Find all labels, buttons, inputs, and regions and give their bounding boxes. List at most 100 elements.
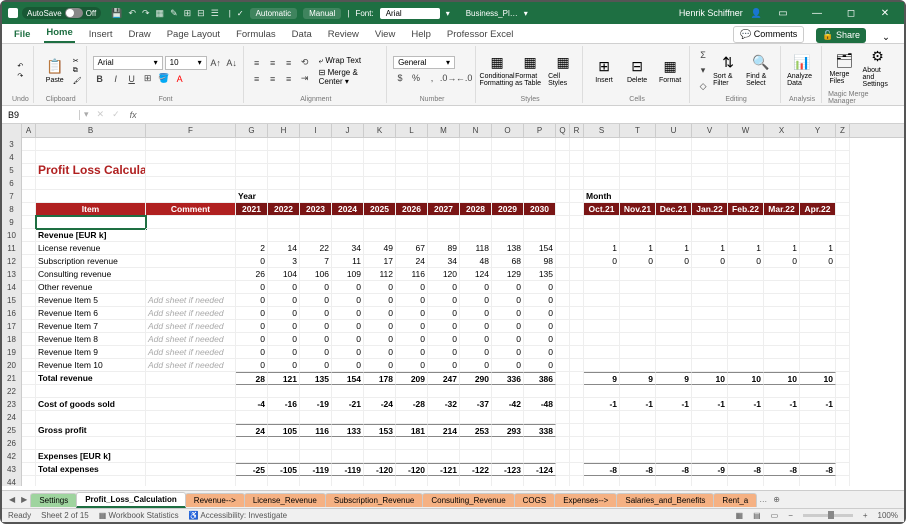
cell[interactable] xyxy=(22,463,36,476)
cell[interactable] xyxy=(332,476,364,486)
align-bot-icon[interactable]: ≡ xyxy=(282,56,296,70)
cell[interactable] xyxy=(656,190,692,203)
qat-icon[interactable]: ✎ xyxy=(170,8,178,19)
cell[interactable] xyxy=(570,450,584,463)
cell[interactable] xyxy=(728,177,764,190)
cell[interactable] xyxy=(428,450,460,463)
cell[interactable] xyxy=(584,437,620,450)
cell[interactable]: 0 xyxy=(692,255,728,268)
cell[interactable] xyxy=(764,281,800,294)
cell[interactable]: 209 xyxy=(396,372,428,385)
cell[interactable] xyxy=(764,450,800,463)
cell[interactable]: 247 xyxy=(428,372,460,385)
cell[interactable] xyxy=(22,255,36,268)
cell[interactable] xyxy=(524,476,556,486)
cell[interactable] xyxy=(728,476,764,486)
cell[interactable] xyxy=(620,190,656,203)
cell[interactable] xyxy=(764,138,800,151)
cell[interactable] xyxy=(800,320,836,333)
cell[interactable] xyxy=(836,151,850,164)
cell[interactable] xyxy=(332,164,364,177)
name-box[interactable]: B9 xyxy=(2,110,80,120)
cell[interactable]: 0 xyxy=(460,307,492,320)
cell[interactable] xyxy=(836,242,850,255)
cell[interactable] xyxy=(556,151,570,164)
cell[interactable]: -37 xyxy=(460,398,492,411)
cell[interactable] xyxy=(396,411,428,424)
cell[interactable] xyxy=(492,138,524,151)
cell[interactable] xyxy=(620,138,656,151)
cell[interactable]: 9 xyxy=(584,372,620,385)
view-normal-icon[interactable]: ▦ xyxy=(736,511,744,520)
cell[interactable] xyxy=(268,138,300,151)
cell[interactable]: 2029 xyxy=(492,203,524,216)
cell[interactable] xyxy=(584,411,620,424)
cell[interactable] xyxy=(584,294,620,307)
cell[interactable] xyxy=(146,463,236,476)
cell[interactable] xyxy=(620,424,656,437)
cell[interactable]: Revenue Item 7 xyxy=(36,320,146,333)
cell[interactable] xyxy=(570,437,584,450)
cell[interactable] xyxy=(692,151,728,164)
cell[interactable] xyxy=(656,216,692,229)
cell[interactable]: -16 xyxy=(268,398,300,411)
cell[interactable] xyxy=(764,190,800,203)
cell[interactable] xyxy=(570,242,584,255)
cell[interactable]: 0 xyxy=(268,281,300,294)
cell[interactable]: Year xyxy=(236,190,268,203)
cell[interactable]: Subscription revenue xyxy=(36,255,146,268)
cell[interactable] xyxy=(584,229,620,242)
cell[interactable] xyxy=(146,385,236,398)
cell[interactable] xyxy=(300,164,332,177)
cell[interactable] xyxy=(836,372,850,385)
cell[interactable]: 0 xyxy=(492,320,524,333)
cell[interactable]: 0 xyxy=(236,281,268,294)
cell[interactable]: 138 xyxy=(492,242,524,255)
cell[interactable]: -8 xyxy=(656,463,692,476)
cell[interactable]: 10 xyxy=(692,372,728,385)
cell[interactable]: 0 xyxy=(460,359,492,372)
cell[interactable] xyxy=(364,450,396,463)
ribbon-collapse-icon[interactable]: ⌄ xyxy=(882,32,890,43)
cell[interactable] xyxy=(584,164,620,177)
cell[interactable] xyxy=(396,437,428,450)
cell[interactable]: 2021 xyxy=(236,203,268,216)
cell[interactable] xyxy=(692,229,728,242)
cell[interactable]: 0 xyxy=(300,333,332,346)
cell[interactable]: 0 xyxy=(764,255,800,268)
cell[interactable]: 34 xyxy=(332,242,364,255)
dec-decimal-icon[interactable]: ←.0 xyxy=(457,71,471,85)
cell[interactable] xyxy=(836,463,850,476)
cell[interactable]: -8 xyxy=(728,463,764,476)
cell[interactable]: Add sheet if needed xyxy=(146,307,236,320)
cell[interactable]: 135 xyxy=(524,268,556,281)
cell[interactable] xyxy=(764,333,800,346)
bold-icon[interactable]: B xyxy=(93,72,107,86)
cell[interactable]: 1 xyxy=(800,242,836,255)
cell[interactable] xyxy=(836,177,850,190)
cell[interactable] xyxy=(300,229,332,242)
cell[interactable] xyxy=(428,177,460,190)
cell[interactable] xyxy=(460,450,492,463)
cell[interactable]: -4 xyxy=(236,398,268,411)
cell[interactable]: Feb.22 xyxy=(728,203,764,216)
cell[interactable] xyxy=(332,411,364,424)
cell[interactable] xyxy=(728,424,764,437)
cell[interactable] xyxy=(764,177,800,190)
cell[interactable] xyxy=(584,346,620,359)
redo-icon[interactable]: ↷ xyxy=(142,8,150,19)
cell[interactable]: -122 xyxy=(460,463,492,476)
cell[interactable] xyxy=(300,216,332,229)
cell[interactable] xyxy=(692,190,728,203)
cell[interactable]: 0 xyxy=(332,307,364,320)
cell[interactable] xyxy=(620,307,656,320)
cell[interactable] xyxy=(428,476,460,486)
cell[interactable] xyxy=(764,385,800,398)
cell[interactable]: -9 xyxy=(692,463,728,476)
cell[interactable] xyxy=(836,216,850,229)
cell[interactable] xyxy=(396,190,428,203)
cell[interactable]: Add sheet if needed xyxy=(146,320,236,333)
cell[interactable] xyxy=(492,216,524,229)
cell[interactable] xyxy=(146,372,236,385)
cell[interactable]: 0 xyxy=(428,294,460,307)
